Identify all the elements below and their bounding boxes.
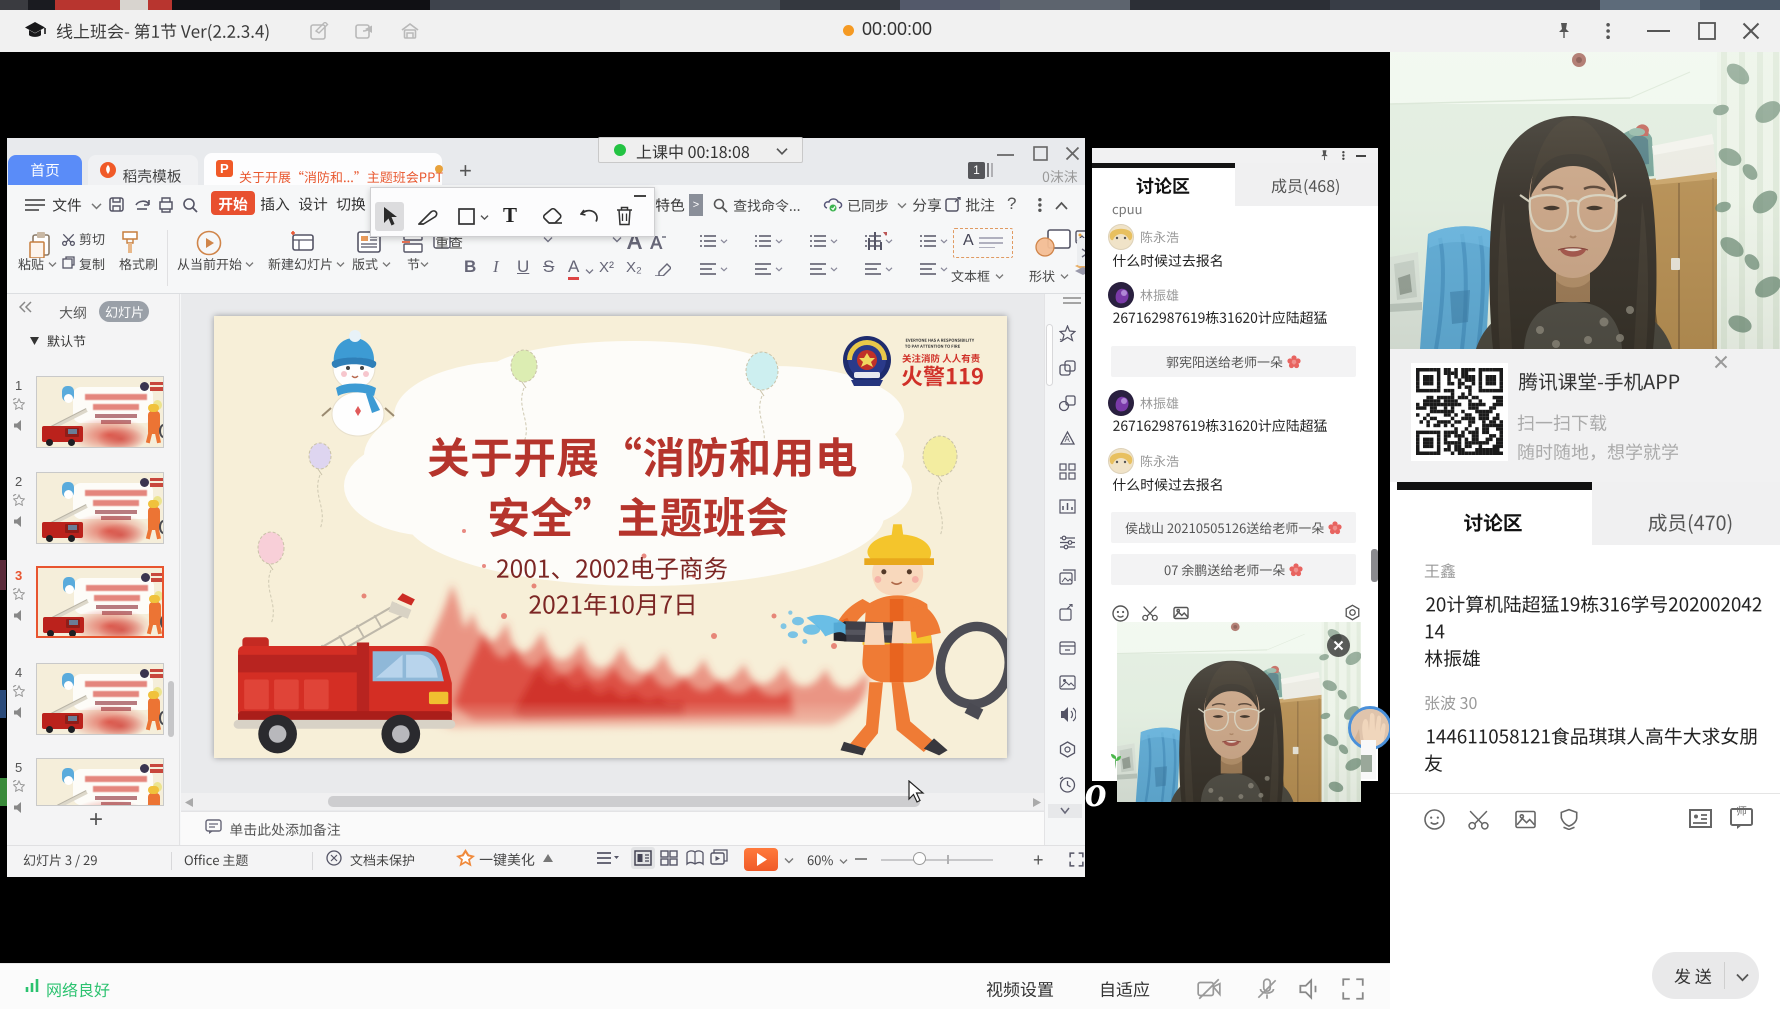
svg-text:A: A [1065, 435, 1071, 444]
